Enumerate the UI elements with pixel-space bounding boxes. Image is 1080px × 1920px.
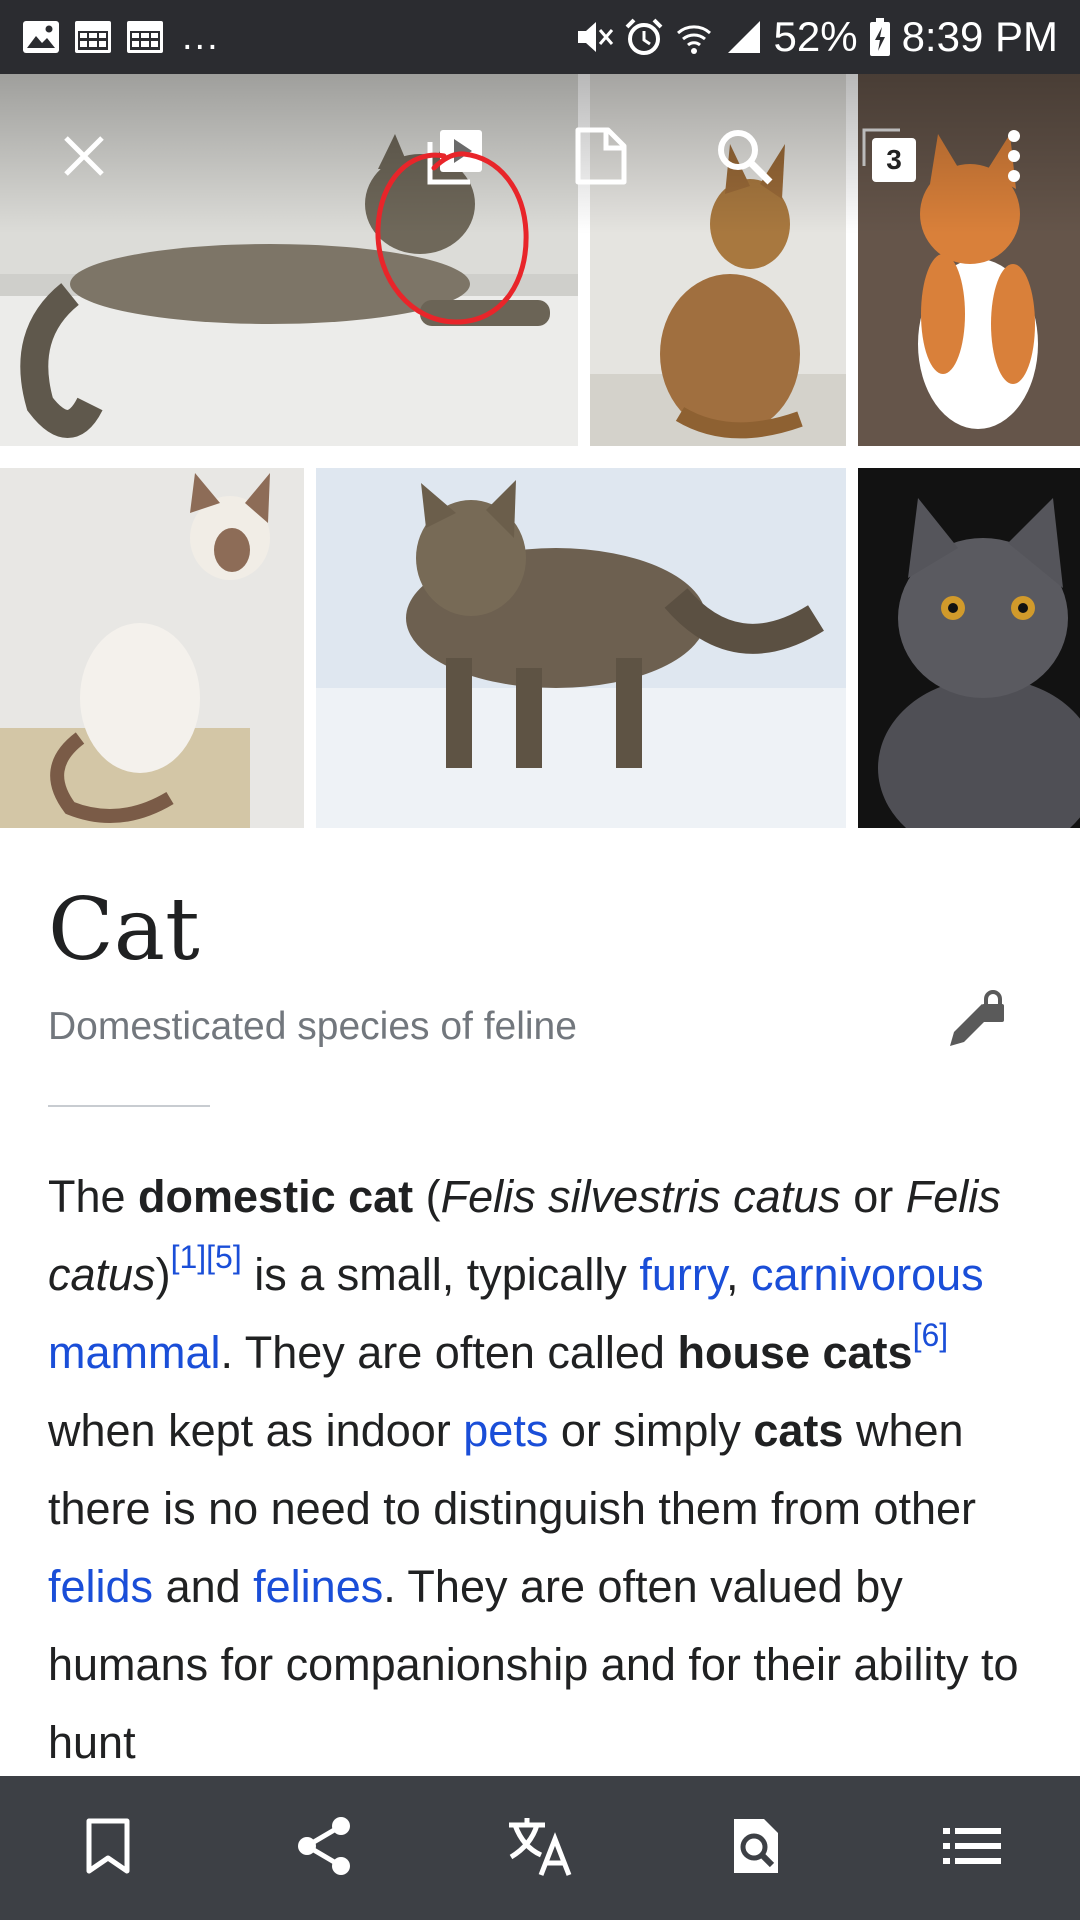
language-button[interactable] — [490, 1798, 590, 1898]
text-run: The — [48, 1171, 139, 1222]
bold-term: domestic cat — [138, 1171, 414, 1222]
text-run: and — [153, 1561, 254, 1612]
text-run: , — [726, 1249, 752, 1300]
find-in-page-icon — [730, 1815, 782, 1882]
gallery-notification-icon — [22, 20, 60, 54]
alarm-icon — [624, 17, 664, 57]
close-button[interactable] — [44, 118, 124, 198]
link-felines[interactable]: felines — [253, 1561, 383, 1612]
status-bar: ... 52% 8:39 PM — [0, 0, 1080, 74]
bookmark-icon — [85, 1818, 131, 1879]
search-button[interactable] — [704, 118, 784, 198]
tabs-button[interactable]: 3 — [852, 118, 932, 198]
share-icon — [295, 1816, 353, 1881]
find-in-page-button[interactable] — [706, 1798, 806, 1898]
grey-cat-image[interactable] — [858, 468, 1080, 828]
text-run: ) — [155, 1249, 171, 1300]
bottom-action-bar — [0, 1776, 1080, 1920]
close-icon — [60, 132, 108, 185]
table-of-contents-button[interactable] — [922, 1798, 1022, 1898]
system-icons: 52% 8:39 PM — [574, 13, 1058, 61]
text-run: is a small, typically — [241, 1249, 640, 1300]
battery-charging-icon — [868, 17, 892, 57]
overflow-menu-button[interactable] — [974, 118, 1054, 198]
wifi-icon — [674, 17, 714, 57]
notification-icons: ... — [22, 16, 220, 59]
edit-protected-button[interactable] — [936, 986, 1012, 1062]
calendar-notification-icon — [74, 20, 112, 54]
bold-term: house cats — [677, 1327, 913, 1378]
page-icon — [570, 126, 630, 191]
edit-locked-icon — [942, 989, 1006, 1059]
link-pets[interactable]: pets — [463, 1405, 548, 1456]
header-divider — [48, 1105, 210, 1107]
text-run: or simply — [548, 1405, 754, 1456]
reference-link[interactable]: [5] — [206, 1239, 242, 1275]
text-run: or — [840, 1171, 906, 1222]
more-notifications: ... — [182, 15, 220, 58]
save-button[interactable] — [58, 1798, 158, 1898]
search-icon — [714, 126, 774, 191]
page-title: Cat — [48, 880, 200, 980]
italic-term: Felis silvestris catus — [440, 1171, 841, 1222]
clock: 8:39 PM — [901, 13, 1058, 60]
text-run: when kept as indoor — [48, 1405, 464, 1456]
calendar-notification-icon — [126, 20, 164, 54]
translate-icon — [507, 1815, 573, 1882]
page-description: Domesticated species of feline — [48, 1005, 577, 1048]
link-furry[interactable]: furry — [639, 1249, 726, 1300]
mute-icon — [574, 17, 614, 57]
text-run: ( — [413, 1171, 441, 1222]
tabby-cat-snow-image[interactable] — [316, 468, 846, 828]
article-lead-paragraph: The domestic cat (Felis silvestris catus… — [48, 1158, 1048, 1782]
reading-list-button[interactable] — [560, 118, 640, 198]
article-toolbar: 3 — [0, 74, 1080, 325]
signal-icon — [724, 17, 764, 57]
overflow-menu-icon — [1006, 128, 1022, 189]
siamese-cat-image[interactable] — [0, 468, 304, 828]
link-felids[interactable]: felids — [48, 1561, 153, 1612]
text-run: . They are often called — [220, 1327, 678, 1378]
battery-percent: 52% — [773, 13, 858, 60]
play-gallery-icon — [424, 124, 488, 193]
play-gallery-button[interactable] — [416, 118, 496, 198]
reference-link[interactable]: [1] — [171, 1239, 207, 1275]
tabs-count: 3 — [872, 138, 916, 182]
contents-icon — [943, 1826, 1001, 1871]
bold-term: cats — [753, 1405, 844, 1456]
reference-link[interactable]: [6] — [913, 1317, 949, 1353]
share-button[interactable] — [274, 1798, 374, 1898]
